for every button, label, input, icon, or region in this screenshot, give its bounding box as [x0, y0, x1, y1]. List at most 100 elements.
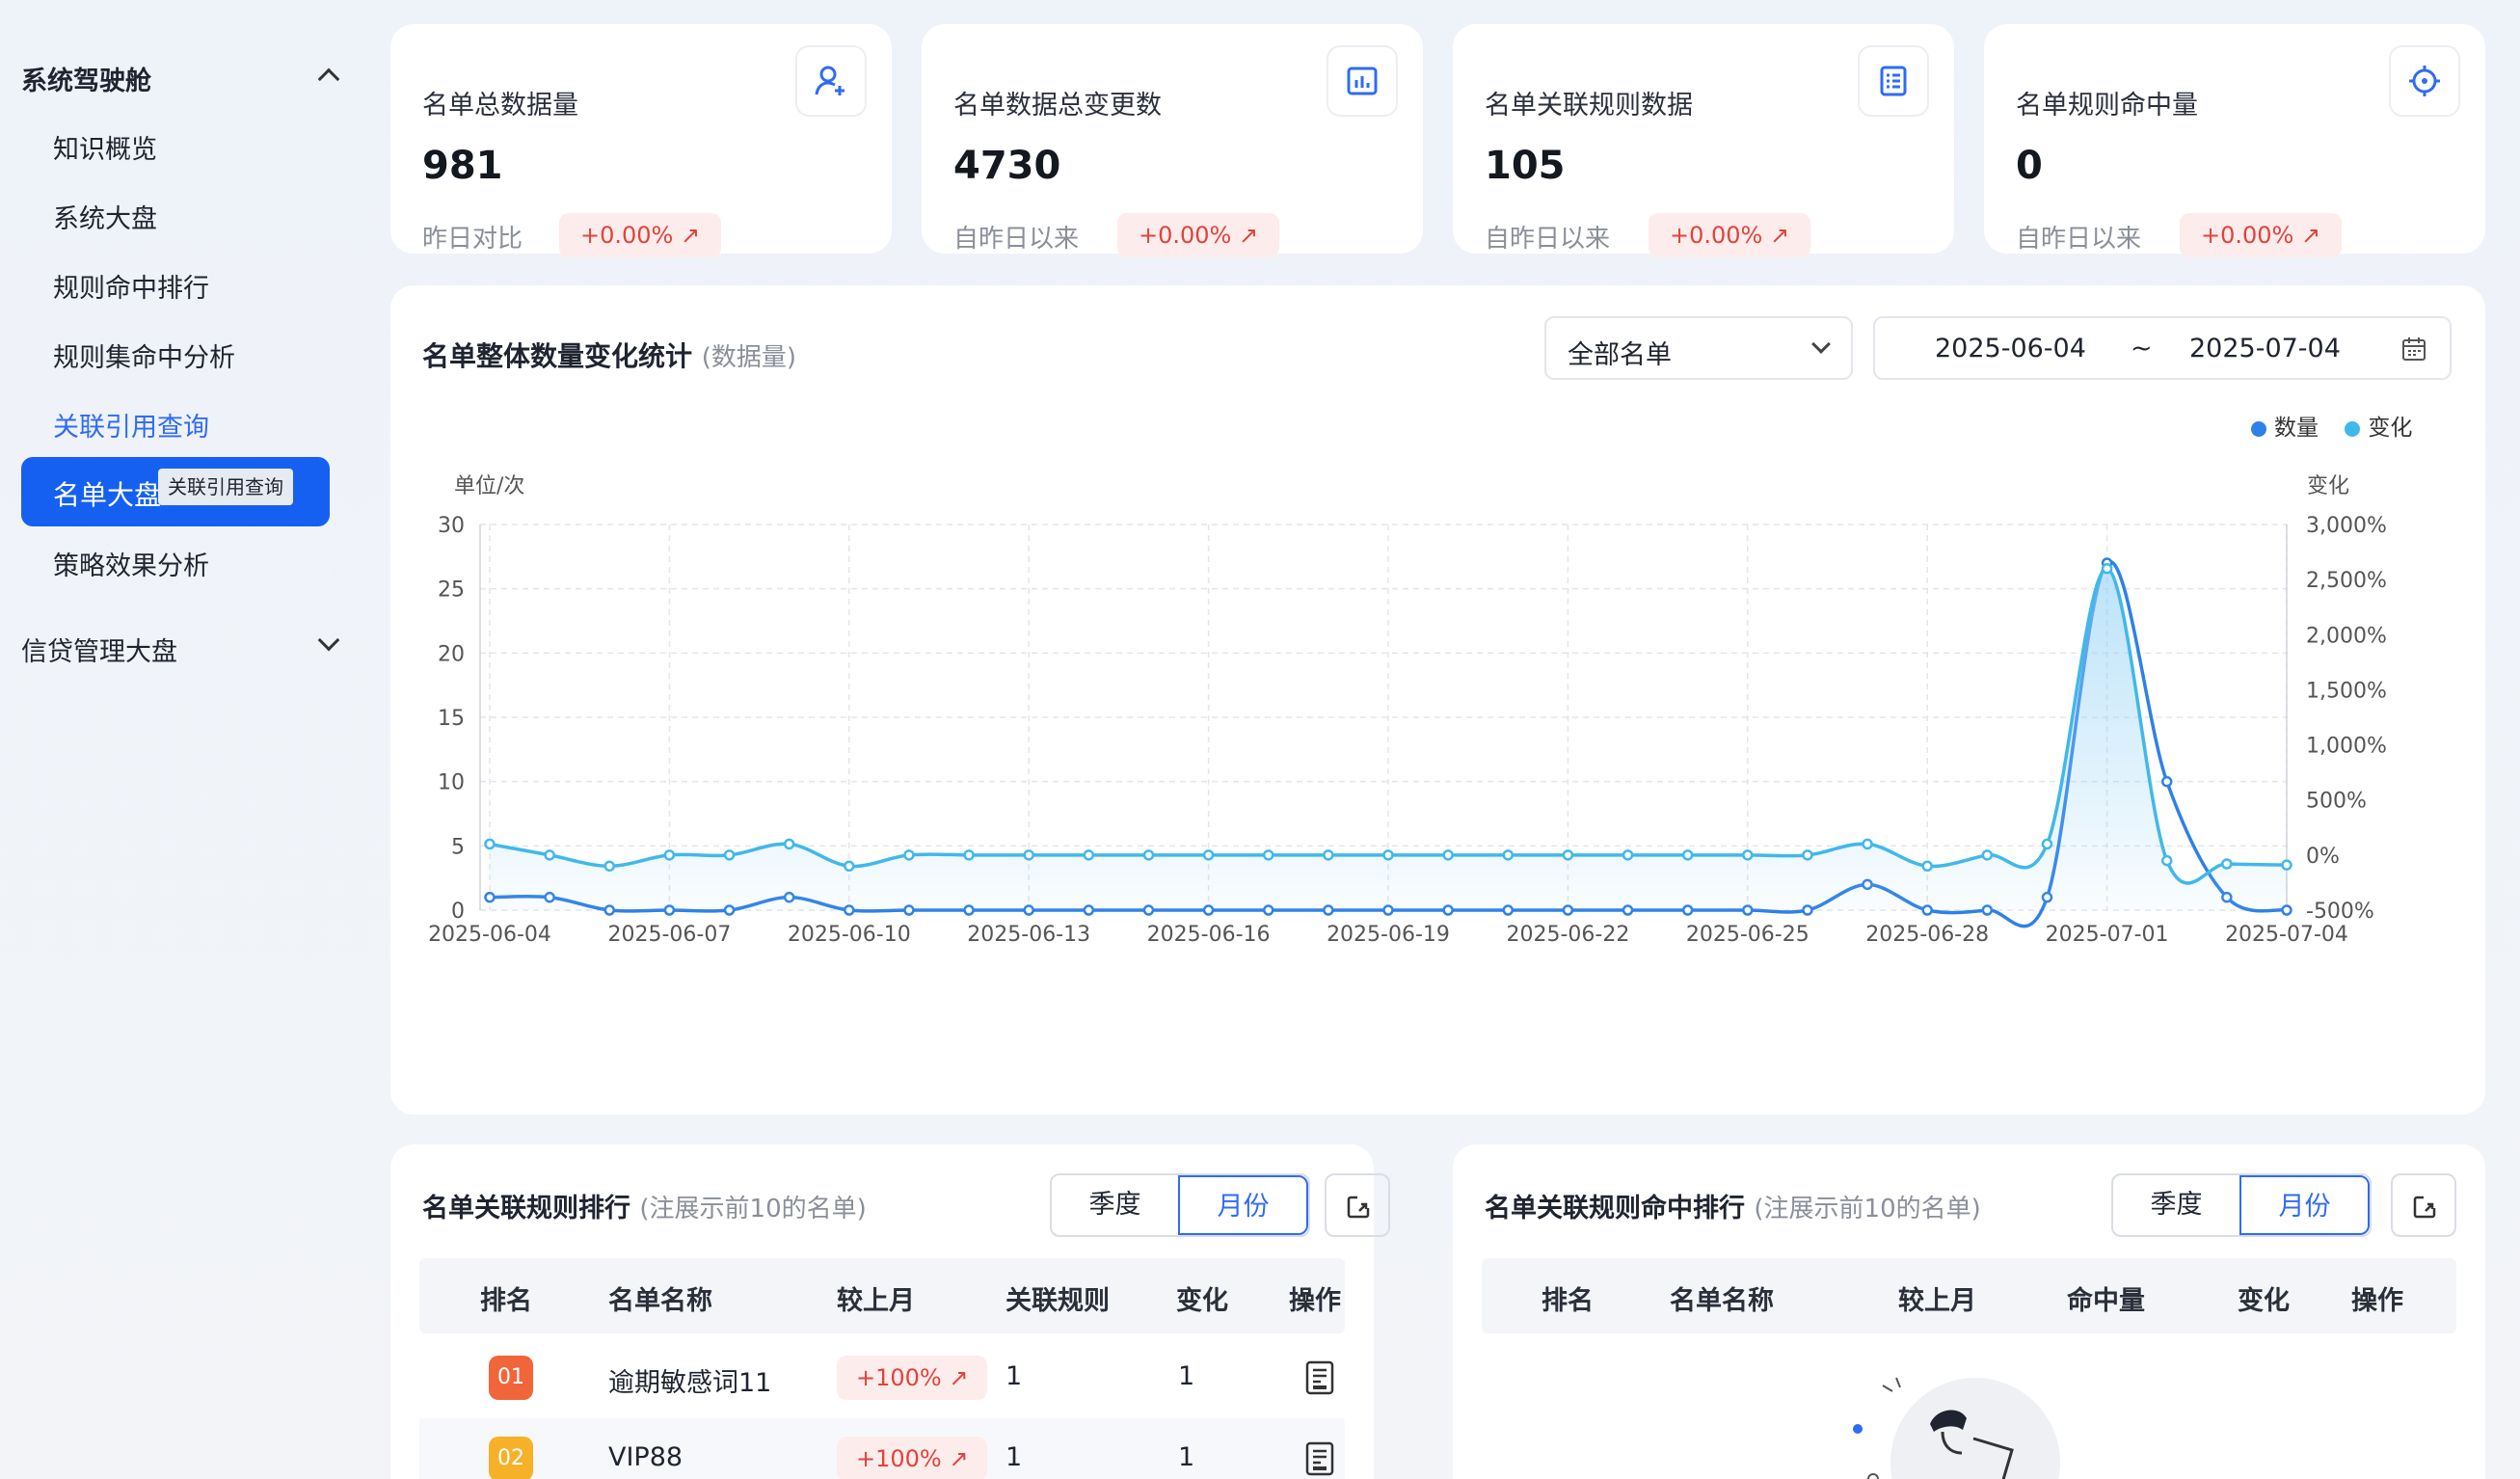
menu-item-reference-query[interactable]: 关联引用查询: [53, 406, 209, 444]
stat-value: 0: [2016, 144, 2043, 188]
data-point: [1981, 849, 1994, 861]
linked-rules-count: 1: [1005, 1442, 1023, 1472]
col-vs-last-month: 较上月: [1898, 1286, 1976, 1316]
data-point: [844, 860, 855, 873]
toggle-quarter[interactable]: 季度: [2113, 1175, 2239, 1235]
change-value: 1: [1178, 1361, 1195, 1391]
panel-title-text: 名单关联规则排行: [422, 1194, 630, 1224]
panel-title-sub: (注展示前10的名单): [1754, 1195, 1981, 1224]
data-point: [1023, 849, 1034, 861]
stat-title: 名单关联规则数据: [1485, 91, 1693, 121]
document-icon[interactable]: [1304, 1360, 1335, 1395]
data-point: [963, 849, 975, 861]
col-actions: 操作: [1289, 1286, 1341, 1316]
stat-value: 105: [1485, 144, 1566, 188]
y-tick-label-right: 1,500%: [2306, 679, 2387, 703]
table-row[interactable]: 01 逾期敏感词11 +100% ↗ 1 1: [419, 1337, 1345, 1418]
data-point: [783, 838, 795, 850]
bar-chart-icon[interactable]: [1327, 45, 1398, 117]
toggle-month[interactable]: 月份: [2239, 1175, 2370, 1235]
data-point: [2101, 562, 2113, 575]
x-tick-label: 2025-07-01: [2046, 923, 2169, 947]
linked-rules-count: 1: [1005, 1361, 1023, 1391]
export-button[interactable]: [1325, 1173, 1390, 1237]
data-point: [1742, 849, 1754, 861]
x-tick-label: 2025-06-25: [1686, 923, 1810, 947]
menu-group-cockpit[interactable]: 系统驾驶舱: [21, 60, 151, 97]
list-icon[interactable]: [1858, 45, 1929, 117]
x-tick-label: 2025-07-04: [2225, 923, 2348, 947]
y-tick-label-left: 15: [438, 707, 465, 731]
col-change: 变化: [2238, 1286, 2290, 1316]
export-icon: [1347, 1196, 1370, 1219]
stat-sub: 自昨日以来: [953, 225, 1080, 254]
tooltip: 关联引用查询: [158, 469, 293, 505]
x-tick-label: 2025-06-28: [1865, 923, 1989, 947]
export-icon: [2413, 1196, 2436, 1219]
stat-card-total: 名单总数据量 981 昨日对比 +0.00% ↗: [390, 24, 892, 257]
menu-group-credit[interactable]: 信贷管理大盘: [21, 631, 177, 668]
menu-item-system-board[interactable]: 系统大盘: [53, 198, 157, 235]
y-tick-label-right: 2,500%: [2306, 569, 2387, 593]
y-tick-label-left: 10: [438, 771, 465, 795]
panel-title-sub: (注展示前10的名单): [639, 1195, 867, 1224]
change-badge: +0.00% ↗: [1649, 213, 1811, 257]
table-row[interactable]: 02 VIP88 +100% ↗ 1 1: [419, 1418, 1345, 1479]
target-icon[interactable]: [2389, 45, 2460, 117]
change-badge: +0.00% ↗: [2180, 213, 2343, 257]
x-tick-label: 2025-06-22: [1506, 923, 1629, 947]
user-add-icon[interactable]: [795, 45, 867, 117]
line-chart: 0 5 10 15 20 25 30 -500% 0% 500% 1,000% 1,500% 2,000…: [428, 514, 2387, 947]
y-tick-label-right: -500%: [2306, 900, 2374, 924]
data-point: [723, 849, 736, 861]
data-point: [1083, 849, 1095, 861]
chevron-up-icon[interactable]: [317, 67, 340, 91]
toggle-month[interactable]: 月份: [1178, 1175, 1308, 1235]
y-tick-label-right: 500%: [2306, 790, 2367, 814]
menu-item-strategy-analysis[interactable]: 策略效果分析: [53, 545, 209, 582]
x-tick-label: 2025-06-13: [967, 923, 1090, 947]
data-point: [603, 860, 616, 873]
y-tick-label-left: 0: [451, 900, 465, 924]
menu-item-list-board[interactable]: 名单大盘 关联引用查询: [21, 457, 330, 526]
y-tick-label-right: 3,000%: [2306, 514, 2387, 538]
data-point: [484, 838, 496, 850]
data-point: [1323, 849, 1334, 861]
data-point: [2160, 854, 2173, 867]
data-point: [2221, 858, 2233, 870]
menu-item-knowledge[interactable]: 知识概览: [53, 128, 157, 166]
data-point: [1202, 849, 1215, 861]
stat-value: 981: [422, 144, 503, 188]
menu-item-ruleset-analysis[interactable]: 规则集命中分析: [53, 336, 235, 374]
rule-hit-ranking-panel: 名单关联规则命中排行 (注展示前10的名单) 季度 月份 排名 名单名称 较上月…: [1453, 1144, 2485, 1479]
data-point: [1442, 849, 1454, 861]
table-header: 排名 名单名称 较上月 关联规则 变化 操作: [419, 1258, 1345, 1333]
stat-sub: 昨日对比: [422, 225, 523, 254]
x-tick-label: 2025-06-04: [428, 923, 551, 947]
chevron-down-icon[interactable]: [317, 629, 340, 652]
panel-title: 名单关联规则排行 (注展示前10的名单): [422, 1187, 867, 1224]
data-point: [1862, 838, 1873, 850]
menu-item-label: 名单大盘: [53, 479, 162, 511]
document-icon[interactable]: [1304, 1441, 1335, 1476]
menu-item-rule-ranking[interactable]: 规则命中排行: [53, 267, 209, 305]
chart-card: 名单整体数量变化统计 (数据量) 全部名单 2025-06-04 ~ 2025-…: [390, 285, 2485, 1115]
data-point: [903, 849, 915, 861]
col-vs-last-month: 较上月: [837, 1286, 915, 1316]
change-badge: +0.00% ↗: [559, 213, 722, 257]
col-rank: 排名: [480, 1286, 532, 1316]
data-point: [1502, 849, 1515, 861]
data-point: [1802, 849, 1813, 861]
change-badge: +100% ↗: [837, 1437, 988, 1479]
x-tick-label: 2025-06-07: [607, 923, 731, 947]
rank-badge: 01: [489, 1356, 533, 1400]
col-name: 名单名称: [608, 1286, 712, 1316]
export-button[interactable]: [2391, 1173, 2456, 1237]
data-point: [2041, 838, 2053, 850]
y-tick-label-right: 0%: [2306, 845, 2340, 869]
period-toggle: 季度 月份: [1050, 1173, 1310, 1237]
data-point: [544, 849, 555, 861]
panel-title-text: 名单关联规则命中排行: [1485, 1194, 1745, 1224]
toggle-quarter[interactable]: 季度: [1052, 1175, 1178, 1235]
y-tick-label-left: 30: [438, 514, 465, 538]
